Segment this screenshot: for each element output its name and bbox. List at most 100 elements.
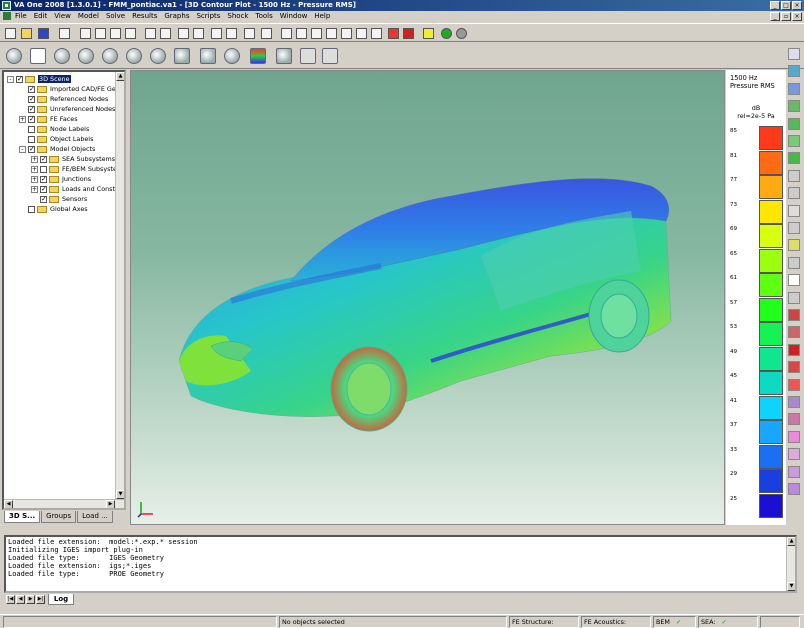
scroll-left-icon[interactable]: ◀	[4, 500, 13, 508]
collapse-icon[interactable]: -	[7, 75, 14, 83]
junction-icon[interactable]	[788, 187, 800, 200]
settings-grid-icon[interactable]	[273, 45, 295, 67]
save-icon[interactable]	[36, 26, 51, 41]
play-icon[interactable]	[297, 45, 319, 67]
new-file-icon[interactable]	[3, 26, 18, 41]
tab-next-icon[interactable]: ▶	[26, 595, 35, 604]
record-icon[interactable]	[319, 45, 341, 67]
pressure-icon[interactable]	[788, 378, 800, 391]
select-arrow-icon[interactable]	[27, 45, 49, 67]
log-scroll-down-icon[interactable]: ▼	[787, 582, 795, 591]
menu-item-view[interactable]: View	[54, 12, 71, 20]
tree-horizontal-scrollbar[interactable]: ◀ ▶	[4, 499, 124, 508]
tab-log[interactable]: Log	[48, 594, 74, 605]
tree-checkbox[interactable]: ✓	[28, 105, 35, 113]
expand-icon[interactable]: +	[31, 185, 38, 193]
select-tool-icon[interactable]	[788, 48, 800, 60]
source-icon[interactable]	[788, 309, 800, 321]
menu-item-results[interactable]: Results	[132, 12, 157, 20]
force-icon[interactable]	[788, 361, 800, 374]
tree-checkbox[interactable]	[40, 165, 47, 173]
arrow-right-icon[interactable]	[401, 26, 416, 41]
tree-item-fe-faces[interactable]: + ✓ FE Faces	[19, 114, 78, 124]
tree-item-sea-subsystems[interactable]: + ✓ SEA Subsystems	[31, 154, 115, 164]
plate-icon[interactable]	[788, 117, 800, 130]
menu-item-scripts[interactable]: Scripts	[196, 12, 220, 20]
tab-first-icon[interactable]: |◀	[6, 595, 15, 604]
print-icon[interactable]	[57, 26, 72, 41]
menu-item-graphs[interactable]: Graphs	[164, 12, 189, 20]
node-tool-icon[interactable]	[788, 65, 800, 78]
tree-checkbox[interactable]: ✓	[40, 155, 47, 163]
tree-item-fe-bem-subsystems[interactable]: + FE/BEM Subsystems	[31, 164, 124, 174]
zoom-in-icon[interactable]	[339, 26, 354, 41]
expand-icon[interactable]: +	[19, 115, 26, 123]
link-icon[interactable]	[788, 413, 800, 426]
scene-tree[interactable]: - ✓ 3D Scene ✓ Imported CAD/FE Geom ✓ Referenc…	[2, 70, 126, 510]
tab-scene[interactable]: 3D S...	[4, 511, 41, 523]
help-icon[interactable]	[421, 26, 436, 41]
zoom-window-icon[interactable]	[279, 26, 294, 41]
tree-checkbox[interactable]: ✓	[40, 175, 47, 183]
maximize-button[interactable]: □	[781, 1, 791, 10]
rotate-view-icon[interactable]	[51, 45, 73, 67]
tree-checkbox[interactable]	[28, 135, 35, 143]
tree-item-model-objects[interactable]: - ✓ Model Objects	[19, 144, 95, 154]
view-mode-icon[interactable]	[3, 45, 25, 67]
rotate-icon[interactable]	[324, 26, 339, 41]
forward-icon[interactable]	[454, 26, 469, 41]
tree-checkbox[interactable]: ✓	[16, 75, 23, 83]
tree-checkbox[interactable]: ✓	[40, 185, 47, 193]
undo-icon[interactable]	[176, 26, 191, 41]
connector-icon[interactable]	[788, 291, 800, 304]
tree-item-3d-scene[interactable]: - ✓ 3D Scene	[7, 74, 71, 84]
scroll-up-icon[interactable]: ▲	[116, 72, 124, 81]
edge-icon[interactable]	[788, 222, 800, 234]
menu-item-edit[interactable]: Edit	[34, 12, 48, 20]
scroll-down-icon[interactable]: ▼	[116, 490, 124, 499]
log-vertical-scrollbar[interactable]: ▲ ▼	[786, 537, 795, 591]
tree-checkbox[interactable]: ✓	[28, 95, 35, 103]
probe-icon[interactable]	[788, 483, 800, 495]
zoom-view-out-icon[interactable]	[147, 45, 169, 67]
expand-icon[interactable]: +	[31, 175, 38, 183]
line-tool-icon[interactable]	[788, 100, 800, 113]
pan-view-icon[interactable]	[99, 45, 121, 67]
expand-icon[interactable]: +	[31, 155, 38, 163]
tree-item-node-labels[interactable]: Node Labels	[19, 124, 89, 134]
wave-icon[interactable]	[788, 396, 800, 408]
expand-icon[interactable]: +	[31, 165, 38, 173]
zoom-view-in-icon[interactable]	[123, 45, 145, 67]
damper-icon[interactable]	[788, 448, 800, 461]
crosshair-icon[interactable]	[75, 45, 97, 67]
cavity-icon[interactable]	[788, 169, 800, 182]
properties-icon[interactable]	[259, 26, 274, 41]
doc-restore-button[interactable]: ▫	[781, 12, 791, 21]
area-icon[interactable]	[788, 256, 800, 269]
minimize-button[interactable]: _	[770, 1, 780, 10]
tree-item-loads-and-constraints[interactable]: +✓Loads and Constraints	[31, 184, 124, 194]
tree-item-referenced-nodes[interactable]: ✓ Referenced Nodes	[19, 94, 108, 104]
filter-icon[interactable]	[224, 26, 239, 41]
tree-item-global-axes[interactable]: Global Axes	[19, 204, 88, 214]
globe-icon[interactable]	[788, 82, 800, 95]
solve-icon[interactable]	[386, 26, 401, 41]
menu-item-window[interactable]: Window	[280, 12, 308, 20]
scroll-right-icon[interactable]: ▶	[106, 500, 115, 508]
tree-checkbox[interactable]: ✓	[28, 115, 35, 123]
delete-icon[interactable]	[123, 26, 138, 41]
list-icon[interactable]	[242, 26, 257, 41]
back-icon[interactable]	[439, 26, 454, 41]
tree-item-sensors[interactable]: ✓ Sensors	[31, 194, 87, 204]
mass-icon[interactable]	[788, 343, 800, 356]
menu-item-solve[interactable]: Solve	[106, 12, 125, 20]
tab-groups[interactable]: Groups	[41, 511, 77, 523]
blank-icon[interactable]	[788, 274, 800, 287]
fire-icon[interactable]	[788, 326, 800, 339]
tree-checkbox[interactable]: ✓	[28, 145, 35, 153]
tree-item-imported-cad-fe-geom[interactable]: ✓ Imported CAD/FE Geom	[19, 84, 124, 94]
tree-item-unreferenced-nodes[interactable]: ✓ Unreferenced Nodes	[19, 104, 115, 114]
menu-item-help[interactable]: Help	[314, 12, 330, 20]
tab-last-icon[interactable]: ▶|	[36, 595, 45, 604]
zoom-fit-icon[interactable]	[294, 26, 309, 41]
